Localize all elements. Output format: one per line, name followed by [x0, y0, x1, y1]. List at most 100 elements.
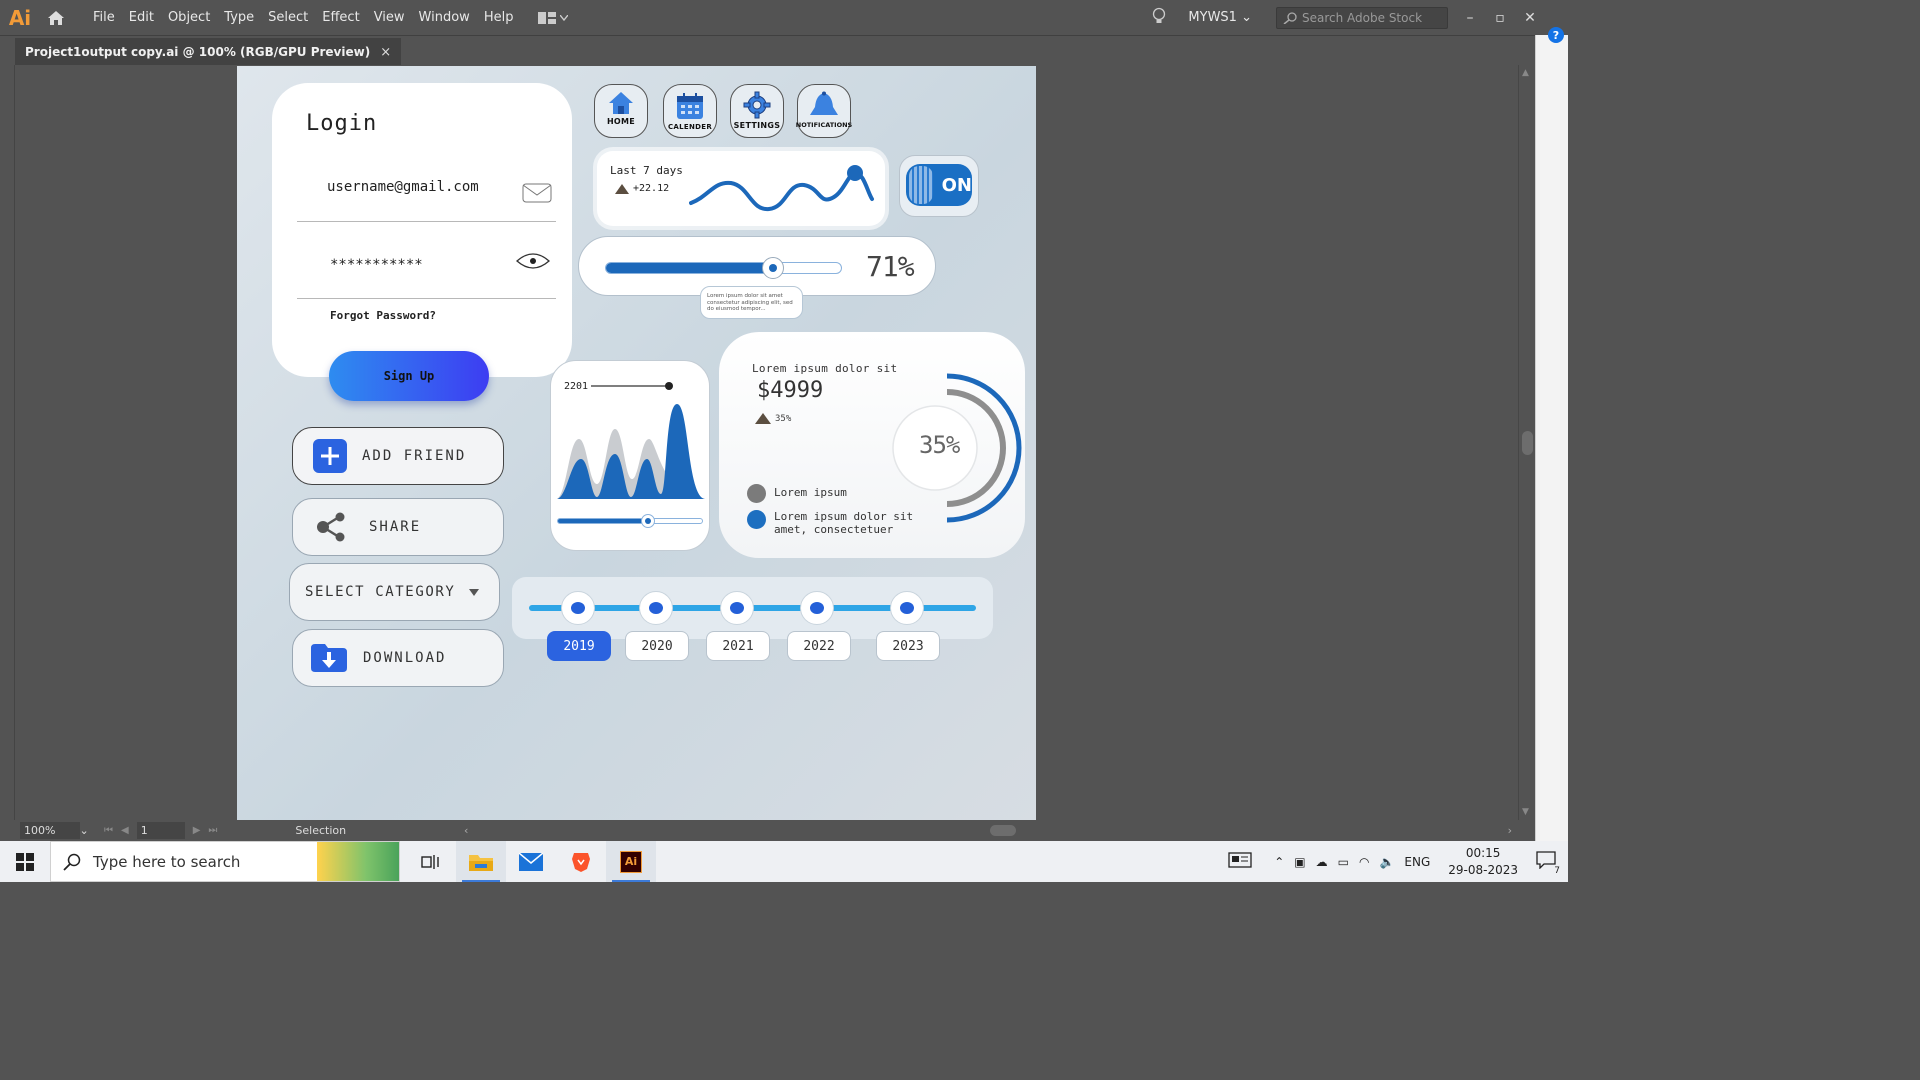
- download-button[interactable]: DOWNLOAD: [292, 629, 504, 687]
- vertical-scrollbar[interactable]: ▲ ▼: [1518, 65, 1535, 820]
- eye-icon[interactable]: [516, 251, 550, 271]
- toggle-state-label: ON: [941, 174, 972, 196]
- sparkline-delta: +22.12: [615, 183, 669, 194]
- calendar-button[interactable]: CALENDER: [663, 84, 717, 138]
- scroll-down-icon[interactable]: ▼: [1522, 807, 1529, 817]
- active-indicator: [612, 880, 650, 882]
- mail-button[interactable]: [506, 841, 556, 882]
- close-tab-icon[interactable]: ×: [380, 45, 391, 60]
- scroll-right-icon[interactable]: ›: [1508, 824, 1512, 837]
- notification-count-badge: 7: [1554, 866, 1560, 876]
- search-highlight-illustration: [317, 842, 399, 881]
- triangle-up-icon: [755, 413, 771, 424]
- vertical-scroll-thumb[interactable]: [1522, 431, 1533, 455]
- news-widget-icon[interactable]: [1228, 852, 1252, 871]
- password-field[interactable]: ***********: [297, 243, 556, 299]
- lightbulb-icon[interactable]: [1152, 7, 1166, 29]
- scroll-left-icon[interactable]: ‹: [464, 824, 468, 837]
- minimize-button[interactable]: –: [1464, 10, 1476, 26]
- email-field[interactable]: username@gmail.com: [297, 170, 556, 222]
- timeline-node-2023[interactable]: [890, 591, 924, 625]
- start-button[interactable]: [0, 841, 50, 882]
- document-tab[interactable]: Project1output copy.ai @ 100% (RGB/GPU P…: [15, 38, 402, 66]
- chevron-up-icon[interactable]: ⌃: [1274, 855, 1284, 869]
- task-view-icon: [421, 854, 439, 869]
- legend-dot-blue: [747, 510, 766, 529]
- last-artboard-icon[interactable]: ⏭: [208, 825, 217, 836]
- meet-now-icon[interactable]: ▣: [1294, 855, 1305, 869]
- notification-center-icon[interactable]: 7: [1536, 851, 1560, 876]
- workspace-switcher[interactable]: MYWS1 ⌄: [1188, 10, 1252, 25]
- document-tab-title: Project1output copy.ai @ 100% (RGB/GPU P…: [25, 45, 371, 59]
- onedrive-icon[interactable]: ☁: [1316, 855, 1328, 869]
- battery-icon[interactable]: ▭: [1338, 855, 1349, 869]
- forgot-password-link[interactable]: Forgot Password?: [330, 309, 436, 322]
- timeline-year-2023[interactable]: 2023: [876, 631, 940, 661]
- close-button[interactable]: ✕: [1524, 10, 1536, 26]
- folder-icon: [469, 854, 493, 871]
- brave-browser-button[interactable]: [556, 841, 606, 882]
- horizontal-scrollbar[interactable]: ‹ ›: [460, 824, 1518, 838]
- menu-select[interactable]: Select: [261, 0, 315, 35]
- task-view-button[interactable]: [406, 841, 456, 882]
- area-chart-slider-thumb[interactable]: [641, 514, 655, 528]
- notifications-button[interactable]: NOTIFICATIONS: [796, 84, 852, 138]
- wifi-icon[interactable]: ◠: [1359, 855, 1369, 869]
- calendar-icon: [677, 93, 703, 119]
- menu-effect[interactable]: Effect: [315, 0, 366, 35]
- area-chart-slider[interactable]: [557, 514, 703, 528]
- timeline-year-2020[interactable]: 2020: [625, 631, 689, 661]
- timeline-node-2022[interactable]: [800, 591, 834, 625]
- first-artboard-icon[interactable]: ⏮: [104, 825, 113, 836]
- select-category-dropdown[interactable]: SELECT CATEGORY: [289, 563, 500, 621]
- window-controls: – ▫ ✕: [1464, 10, 1536, 26]
- calendar-button-label: CALENDER: [667, 123, 713, 131]
- slider-thumb[interactable]: [761, 257, 784, 279]
- menu-help[interactable]: Help: [477, 0, 521, 35]
- arrange-documents-icon[interactable]: [538, 11, 569, 24]
- sign-up-button[interactable]: Sign Up: [329, 351, 489, 401]
- language-indicator[interactable]: ENG: [1404, 855, 1430, 869]
- timeline-node-2019[interactable]: [561, 591, 595, 625]
- home-button[interactable]: HOME: [594, 84, 648, 138]
- horizontal-scroll-thumb[interactable]: [990, 825, 1016, 836]
- timeline-year-2021[interactable]: 2021: [706, 631, 770, 661]
- taskbar-clock[interactable]: 00:15 29-08-2023: [1448, 845, 1518, 879]
- toggle-switch-container: ON: [899, 155, 979, 217]
- next-artboard-icon[interactable]: ▶: [193, 825, 201, 836]
- taskbar-search[interactable]: Type here to search: [50, 841, 400, 882]
- add-friend-button[interactable]: ADD FRIEND: [292, 427, 504, 485]
- volume-icon[interactable]: 🔈: [1379, 855, 1394, 869]
- artboard-number-input[interactable]: 1: [136, 822, 185, 839]
- prev-artboard-icon[interactable]: ◀: [121, 825, 129, 836]
- file-explorer-button[interactable]: [456, 841, 506, 882]
- on-off-toggle[interactable]: ON: [906, 164, 972, 206]
- slider-track[interactable]: [605, 257, 842, 279]
- share-button[interactable]: SHARE: [292, 498, 504, 556]
- menu-file[interactable]: File: [86, 0, 122, 35]
- timeline-node-2021[interactable]: [720, 591, 754, 625]
- menu-object[interactable]: Object: [161, 0, 217, 35]
- menu-window[interactable]: Window: [412, 0, 477, 35]
- windows-taskbar: Type here to search Ai ⌃ ▣ ☁ ▭ ◠ 🔈 ENG 0…: [0, 841, 1568, 882]
- settings-button[interactable]: SETTINGS: [730, 84, 784, 138]
- scroll-up-icon[interactable]: ▲: [1522, 68, 1529, 78]
- settings-button-label: SETTINGS: [733, 121, 781, 130]
- stock-search-input[interactable]: Search Adobe Stock: [1276, 6, 1448, 29]
- home-icon[interactable]: [40, 0, 72, 35]
- help-icon[interactable]: ?: [1548, 27, 1564, 43]
- slider-fill: [606, 263, 773, 273]
- illustrator-taskbar-button[interactable]: Ai: [606, 841, 656, 882]
- timeline-year-2019[interactable]: 2019: [547, 631, 611, 661]
- system-tray: ⌃ ▣ ☁ ▭ ◠ 🔈 ENG 00:15 29-08-2023 7: [1228, 841, 1568, 882]
- zoom-select[interactable]: 100% ⌄: [20, 822, 89, 839]
- sparkline-title: Last 7 days: [610, 164, 683, 177]
- timeline-node-2020[interactable]: [639, 591, 673, 625]
- illustrator-app-icon: Ai: [620, 850, 642, 873]
- timeline-year-2022[interactable]: 2022: [787, 631, 851, 661]
- bell-icon: [810, 91, 838, 115]
- maximize-button[interactable]: ▫: [1494, 10, 1506, 26]
- menu-view[interactable]: View: [367, 0, 412, 35]
- menu-type[interactable]: Type: [217, 0, 261, 35]
- menu-edit[interactable]: Edit: [122, 0, 161, 35]
